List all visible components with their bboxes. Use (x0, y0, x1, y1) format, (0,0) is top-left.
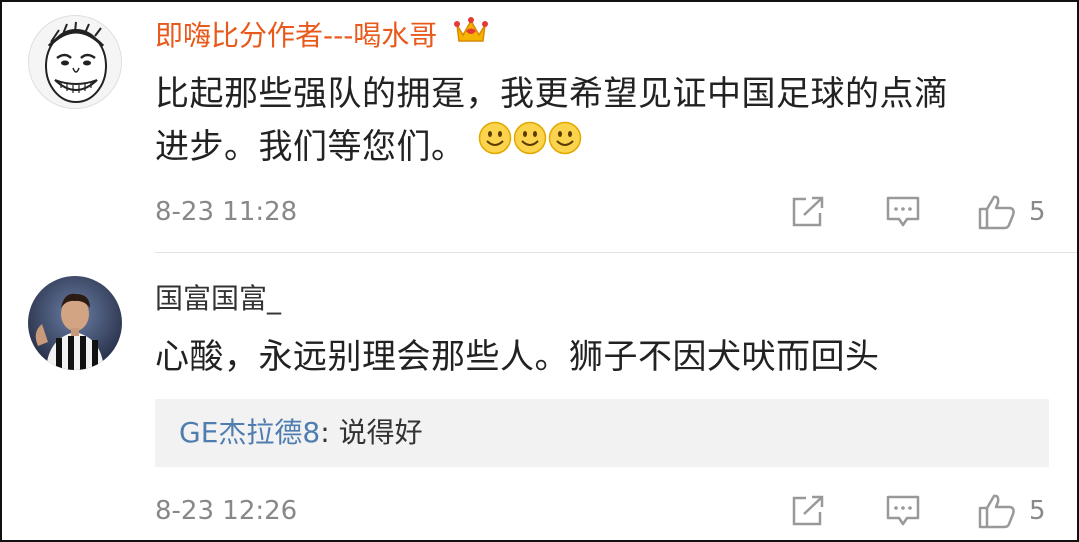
comment-text-line: 心酸，永远别理会那些人。狮子不因犬吠而回头 (155, 337, 880, 377)
reply-button[interactable] (885, 493, 921, 529)
comment-text-line: 进步。我们等您们。 (155, 127, 466, 167)
reply-button[interactable] (885, 194, 921, 230)
smile-emoji-icon (513, 121, 546, 155)
emoji-group (478, 118, 583, 171)
username[interactable]: 国富国富_ (155, 281, 281, 317)
comment-meta: 8-23 12:26 5 (155, 491, 1055, 531)
like-count: 5 (1029, 197, 1046, 227)
repost-icon (792, 495, 824, 526)
username-text[interactable]: 国富国富_ (155, 282, 281, 315)
meme-face-icon (29, 16, 121, 108)
repost-icon (792, 196, 824, 227)
reply-preview[interactable]: GE杰拉德8: 说得好 (155, 399, 1049, 467)
username[interactable]: 即嗨比分作者---喝水哥 (155, 15, 489, 54)
comment-time: 8-23 11:28 (155, 197, 298, 227)
thumbs-up-icon (978, 494, 1015, 529)
comment-time: 8-23 12:26 (155, 496, 298, 526)
comment-icon (886, 196, 920, 227)
reply-author-link[interactable]: GE杰拉德8 (179, 416, 320, 449)
divider (155, 252, 1077, 253)
username-text[interactable]: 即嗨比分作者---喝水哥 (155, 19, 437, 52)
reply-separator: : (320, 416, 339, 449)
avatar[interactable] (28, 15, 122, 109)
repost-button[interactable] (790, 194, 826, 230)
smile-emoji-icon (548, 121, 581, 155)
smile-emoji-icon (478, 121, 511, 155)
comment-text: 比起那些强队的拥趸，我更希望见证中国足球的点滴 进步。我们等您们。 (155, 68, 1045, 174)
player-photo-icon (28, 276, 122, 370)
like-button[interactable]: 5 (977, 493, 1046, 529)
reply-content: 说得好 (338, 416, 423, 449)
avatar[interactable] (28, 276, 122, 370)
comment-icon (886, 495, 920, 526)
comment-text: 心酸，永远别理会那些人。狮子不因犬吠而回头 (155, 331, 1045, 384)
comment-list: 即嗨比分作者---喝水哥 比起那些强队的拥趸，我更希望见证中国足球的点滴 进步。… (0, 0, 1079, 542)
comment-text-line-2: 进步。我们等您们。 (155, 121, 1045, 174)
like-count: 5 (1029, 496, 1046, 526)
thumbs-up-icon (978, 195, 1015, 230)
crown-icon (454, 15, 489, 54)
reply-text: GE杰拉德8: 说得好 (179, 413, 423, 453)
comment-meta: 8-23 11:28 5 (155, 192, 1055, 232)
comment-text-line: 比起那些强队的拥趸，我更希望见证中国足球的点滴 (155, 74, 949, 114)
repost-button[interactable] (790, 493, 826, 529)
like-button[interactable]: 5 (977, 194, 1046, 230)
